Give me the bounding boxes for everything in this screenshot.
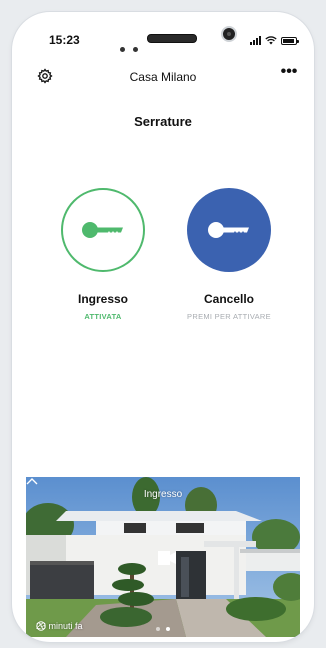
lock-name: Ingresso [77, 292, 128, 306]
section-title: Serrature [134, 114, 192, 129]
lock-ingresso-button[interactable] [61, 188, 145, 272]
page-dot-current[interactable] [166, 627, 170, 631]
page-indicator [26, 627, 300, 631]
more-options-button[interactable]: ••• [280, 64, 298, 84]
speaker-grille [147, 34, 197, 43]
camera-preview[interactable]: Ingresso 23 minuti fa [26, 477, 300, 637]
phone-screen: 15:23 Casa Milano ••• Serrature Ingresso… [12, 12, 314, 642]
front-camera [221, 26, 237, 42]
home-title: Casa Milano [129, 70, 197, 84]
key-icon [82, 222, 123, 238]
page-dot[interactable] [156, 627, 160, 631]
house-photo [26, 477, 300, 637]
chevron-up-icon[interactable] [26, 477, 38, 485]
lock-name: Cancello [203, 292, 254, 306]
system-icons [250, 36, 299, 45]
wifi-icon [265, 36, 277, 45]
camera-label: Ingresso [143, 489, 183, 500]
status-bar: 15:23 [12, 12, 314, 52]
key-icon [208, 222, 249, 238]
lock-state: ATTIVATA [84, 312, 122, 321]
lock-cancello-button[interactable] [187, 188, 271, 272]
signal-icon [250, 36, 261, 45]
lock-ingresso: Ingresso ATTIVATA [53, 188, 153, 321]
lock-cancello: Cancello PREMI PER ATTIVARE [179, 188, 279, 321]
status-time: 15:23 [49, 33, 80, 47]
notch-dots [120, 39, 146, 57]
battery-icon [281, 37, 299, 45]
app-header: Casa Milano ••• [12, 64, 314, 92]
lock-state: PREMI PER ATTIVARE [187, 312, 271, 321]
